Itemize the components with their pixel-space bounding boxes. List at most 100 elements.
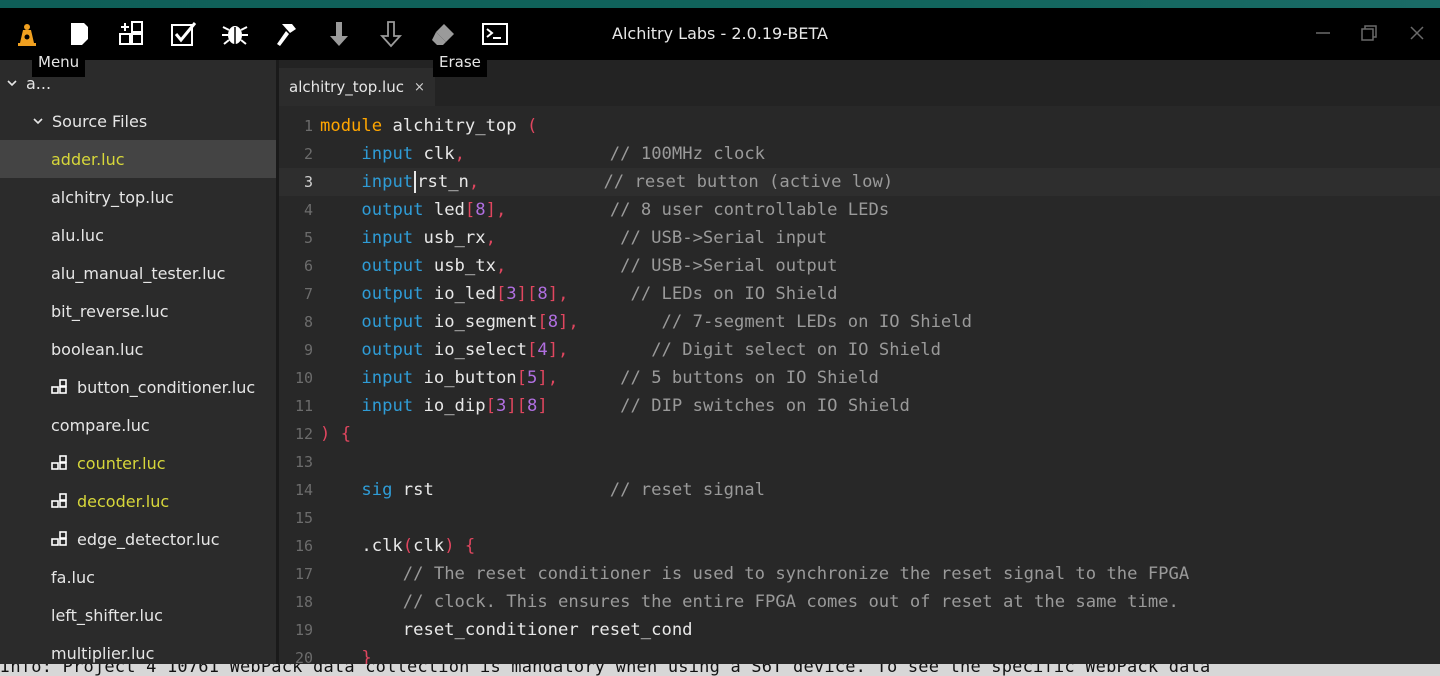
sidebar-file-item[interactable]: adder.luc [0, 140, 276, 178]
code-token: rst [392, 480, 610, 500]
code-token: // 8 user controllable LEDs [609, 200, 890, 220]
sidebar-file-item[interactable]: fa.luc [0, 558, 276, 596]
chevron-down-icon[interactable] [6, 77, 18, 89]
chevron-down-icon[interactable] [32, 115, 44, 127]
code-token: } [361, 648, 372, 664]
file-name: fa.luc [51, 567, 95, 587]
sidebar-file-item[interactable]: alu.luc [0, 216, 276, 254]
code-token: output [361, 284, 424, 304]
code-token: module [320, 116, 383, 136]
sidebar-file-item[interactable]: edge_detector.luc [0, 520, 276, 558]
tab-alchitry-top[interactable]: alchitry_top.luc × [279, 68, 435, 106]
file-name: decoder.luc [77, 491, 170, 511]
line-number: 13 [294, 453, 313, 471]
sidebar-file-item[interactable]: button_conditioner.luc [0, 368, 276, 406]
code-text: // clock. This ensures the entire FPGA c… [320, 588, 1179, 616]
desktop-top-strip [0, 0, 1440, 8]
sidebar-file-item[interactable]: left_shifter.luc [0, 596, 276, 634]
code-text: output led[8], // 8 user controllable LE… [320, 196, 889, 224]
component-icon [51, 531, 67, 546]
code-line: 19 reset_conditioner reset_cond [279, 616, 1440, 644]
close-icon[interactable] [1400, 18, 1434, 48]
code-token: ], [547, 284, 569, 304]
restore-icon[interactable] [1352, 18, 1386, 48]
line-number: 18 [294, 593, 313, 611]
sidebar-file-item[interactable]: compare.luc [0, 406, 276, 444]
code-line: 2 input clk, // 100MHz clock [279, 140, 1440, 168]
line-number: 20 [294, 649, 313, 664]
code-text: output io_segment[8], // 7-segment LEDs … [320, 308, 972, 336]
code-line: 3 input rst_n, // reset button (active lo… [279, 168, 1440, 196]
code-token: [ [526, 340, 538, 360]
sidebar-file-item[interactable]: alu_manual_tester.luc [0, 254, 276, 292]
line-number: 14 [294, 481, 313, 499]
code-token: // DIP switches on IO Shield [620, 396, 910, 416]
code-text: reset_conditioner reset_cond [320, 616, 693, 644]
code-line: 4 output led[8], // 8 user controllable … [279, 196, 1440, 224]
code-line: 17 // The reset conditioner is used to s… [279, 560, 1440, 588]
code-editor[interactable]: 1 module alchitry_top (2 input clk, // 10… [279, 106, 1440, 664]
line-number: 12 [294, 425, 313, 443]
line-number: 2 [303, 145, 313, 163]
sidebar-file-item[interactable]: counter.luc [0, 444, 276, 482]
code-text: module alchitry_top ( [320, 112, 537, 140]
code-token: 8 [527, 396, 538, 416]
line-number: 1 [303, 117, 313, 135]
line-number: 6 [303, 257, 313, 275]
code-token: ][ [506, 396, 528, 416]
code-token: // reset button (active low) [603, 172, 894, 192]
code-text: .clk(clk) { [320, 532, 475, 560]
code-token: ], [537, 368, 559, 388]
code-token: io_select [423, 340, 527, 360]
code-token: ) { [320, 424, 352, 444]
line-number: 9 [303, 341, 313, 359]
code-token: input [361, 228, 414, 248]
file-name: alu.luc [51, 225, 104, 245]
code-token: output [361, 200, 424, 220]
code-token: [ [537, 312, 548, 332]
code-line: 14 sig rst // reset signal [279, 476, 1440, 504]
code-text: input rst_n, // reset button (active low) [320, 168, 893, 196]
sidebar-file-item[interactable]: multiplier.luc [0, 634, 276, 664]
sidebar-file-item[interactable]: boolean.luc [0, 330, 276, 368]
code-token: // Digit select on IO Shield [651, 340, 941, 360]
file-name: compare.luc [51, 415, 150, 435]
code-token: // clock. This ensures the entire FPGA c… [402, 592, 1179, 612]
code-token: io_segment [423, 312, 538, 332]
code-token: input [361, 368, 414, 388]
code-token: 8 [537, 284, 548, 304]
file-name: adder.luc [51, 149, 125, 169]
code-line: 7 output io_led[3][8], // LEDs on IO Shi… [279, 280, 1440, 308]
code-token: 8 [547, 312, 559, 332]
tree-source-files[interactable]: Source Files [0, 102, 276, 140]
code-line: 1 module alchitry_top ( [279, 112, 1440, 140]
code-token: alchitry_top [382, 116, 527, 136]
tab-close-icon[interactable]: × [414, 80, 425, 95]
code-line: 5 input usb_rx, // USB->Serial input [279, 224, 1440, 252]
sidebar-file-item[interactable]: alchitry_top.luc [0, 178, 276, 216]
line-number: 3 [303, 173, 313, 191]
code-token: // USB->Serial input [620, 228, 828, 248]
line-number: 19 [294, 621, 313, 639]
code-line: 11 input io_dip[3][8] // DIP switches on… [279, 392, 1440, 420]
code-token: ], [558, 312, 579, 332]
code-token: 5 [527, 368, 538, 388]
sidebar-file-item[interactable]: decoder.luc [0, 482, 276, 520]
minimize-icon[interactable] [1306, 18, 1340, 48]
status-strip: Info: Project 4 10761 WebPack data colle… [0, 664, 1440, 676]
sidebar-file-item[interactable]: bit_reverse.luc [0, 292, 276, 330]
line-number: 10 [294, 369, 313, 387]
menu-tooltip: Menu [32, 49, 86, 77]
line-number: 4 [303, 201, 313, 219]
line-number: 16 [294, 537, 313, 555]
